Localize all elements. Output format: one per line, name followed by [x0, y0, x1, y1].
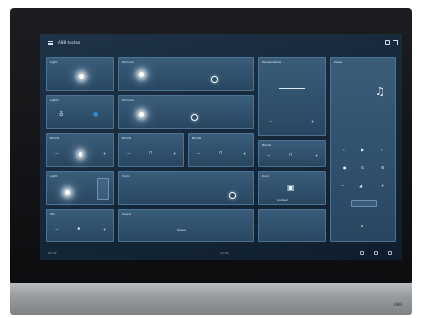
dimmer-knob-icon[interactable]	[211, 76, 218, 83]
music-note-icon: ♫	[375, 85, 385, 98]
shuffle-icon[interactable]: ●	[343, 166, 347, 170]
tile-label: Blinds	[50, 136, 60, 140]
scene-button-label[interactable]: Scene	[177, 229, 186, 232]
tile-blinds-1[interactable]: Blinds − +	[46, 133, 114, 167]
minus-icon[interactable]: −	[55, 228, 58, 232]
tile-label: Color	[122, 174, 130, 178]
tile-label: Blinds	[262, 143, 272, 147]
top-bar: ABB-tacteo	[40, 34, 402, 52]
plus-icon[interactable]: +	[311, 120, 314, 124]
zone-selector[interactable]	[351, 200, 377, 207]
volume-up-icon[interactable]: +	[381, 184, 384, 188]
tile-label: Lights	[50, 98, 60, 102]
fan-icon: ♣	[77, 226, 81, 231]
tile-label: Dimmer	[122, 98, 135, 102]
tile-dimmer-1[interactable]: Dimmer	[118, 57, 254, 91]
color-knob-icon[interactable]	[229, 192, 236, 199]
blind-icon: ⊓	[289, 152, 293, 157]
camera-icon[interactable]	[360, 251, 364, 255]
tile-dimmer-2[interactable]: Dimmer	[118, 95, 254, 129]
tile-label: Light	[50, 60, 58, 64]
next-icon[interactable]: ›	[381, 148, 383, 152]
bottom-time: 12:00	[220, 251, 229, 255]
tile-blinds-3[interactable]: Blinds − ⊓ +	[188, 133, 254, 167]
tile-label: Scene	[122, 212, 132, 216]
tile-label: Music	[334, 60, 343, 64]
light-on-icon	[65, 190, 70, 195]
tile-label: Fan	[50, 212, 56, 216]
bulb-off-icon[interactable]: ♁	[59, 112, 63, 118]
tile-label: Light	[50, 174, 58, 178]
tile-color[interactable]: Color	[118, 171, 254, 205]
tile-label: Dimmer	[122, 60, 135, 64]
blind-down-icon[interactable]: −	[127, 152, 130, 156]
page-title: ABB-tacteo	[58, 40, 81, 45]
home-icon[interactable]	[388, 251, 392, 255]
menu-icon[interactable]	[48, 41, 53, 45]
dimmer-knob-icon[interactable]	[191, 114, 198, 121]
blind-up-icon[interactable]: +	[173, 152, 176, 156]
panel-base: ABB	[10, 283, 412, 315]
light-on-icon	[79, 74, 84, 79]
tile-label: Blinds	[122, 136, 132, 140]
home-icon[interactable]: ⌂	[361, 224, 364, 228]
bottom-status-text: 22:32	[48, 251, 57, 255]
alarm-icon[interactable]	[374, 251, 378, 255]
tile-label: Temperature	[262, 60, 282, 64]
blind-down-icon[interactable]: −	[197, 152, 200, 156]
tile-music[interactable]: Music ♫ ‹ ▶ › ● ↻ ⚙ − ◢ + ⌂	[330, 57, 396, 242]
volume-down-icon[interactable]: −	[341, 184, 344, 188]
previous-icon[interactable]: ‹	[343, 148, 345, 152]
touch-screen: ABB-tacteo Light Dimmer Temperature − + …	[40, 34, 402, 260]
bulb-blue-icon[interactable]: ●	[93, 112, 98, 118]
tile-label: Door	[262, 174, 270, 178]
light-on-icon	[139, 72, 144, 77]
blind-down-icon[interactable]: −	[267, 154, 270, 158]
minus-icon[interactable]: −	[269, 120, 272, 124]
blind-up-icon[interactable]: +	[243, 152, 246, 156]
tile-temperature[interactable]: Temperature − +	[258, 57, 326, 136]
blind-up-icon[interactable]: +	[315, 154, 318, 158]
lock-icon: ▣	[287, 183, 295, 192]
tile-light-3[interactable]: Light	[46, 171, 114, 205]
tile-fan[interactable]: Fan − ♣ +	[46, 209, 114, 242]
plus-icon[interactable]: +	[103, 228, 106, 232]
expand-icon[interactable]	[393, 40, 398, 45]
play-icon[interactable]: ▶	[361, 148, 364, 152]
settings-icon[interactable]: ⚙	[381, 166, 385, 170]
tile-label: Blinds	[192, 136, 202, 140]
toggle-switch[interactable]	[97, 178, 109, 200]
tile-light-1[interactable]: Light	[46, 57, 114, 91]
edit-icon[interactable]	[385, 40, 390, 45]
repeat-icon[interactable]: ↻	[361, 166, 364, 170]
blind-icon: ⊓	[149, 150, 153, 155]
tile-door-lock[interactable]: Door ▣ Locked	[258, 171, 326, 205]
blind-icon: ⊓	[219, 150, 223, 155]
value-line	[279, 88, 305, 89]
volume-icon: ◢	[359, 183, 363, 188]
bottom-bar: 22:32 12:00	[40, 247, 402, 260]
lock-status: Locked	[277, 198, 288, 202]
tile-empty	[258, 209, 326, 242]
plus-icon[interactable]: +	[103, 152, 106, 156]
tile-scene[interactable]: Scene Scene	[118, 209, 254, 242]
light-on-icon	[79, 152, 82, 157]
minus-icon[interactable]: −	[55, 152, 58, 156]
tile-blinds-4[interactable]: Blinds − ⊓ +	[258, 140, 326, 167]
base-logo: ABB	[393, 302, 402, 307]
tile-lights-2[interactable]: Lights ♁ ●	[46, 95, 114, 129]
light-on-icon	[139, 112, 144, 117]
tile-blinds-2[interactable]: Blinds − ⊓ +	[118, 133, 184, 167]
